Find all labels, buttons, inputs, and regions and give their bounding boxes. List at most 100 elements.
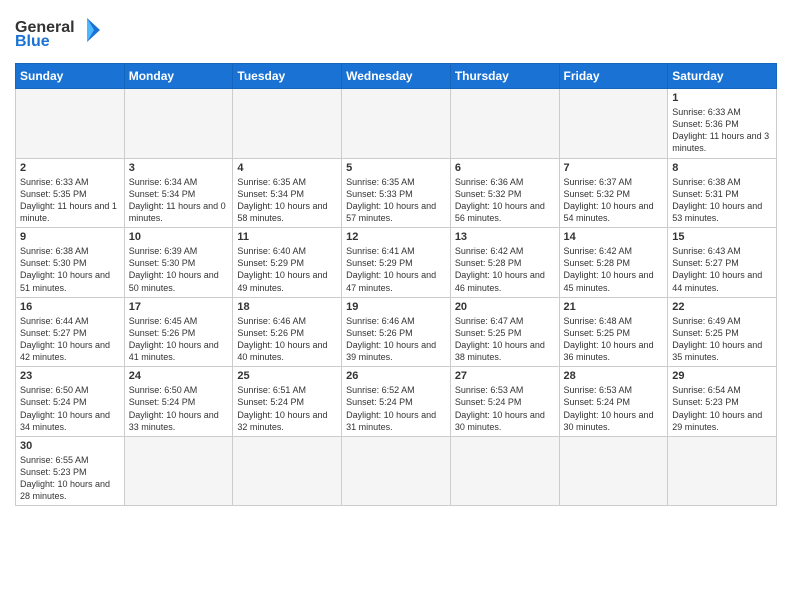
calendar-page: General Blue SundayMondayTuesdayWednesda… bbox=[0, 0, 792, 612]
day-content: Sunrise: 6:52 AM Sunset: 5:24 PM Dayligh… bbox=[346, 384, 446, 433]
day-content: Sunrise: 6:50 AM Sunset: 5:24 PM Dayligh… bbox=[129, 384, 229, 433]
day-number: 18 bbox=[237, 301, 337, 313]
day-number: 9 bbox=[20, 231, 120, 243]
calendar-cell bbox=[124, 89, 233, 159]
calendar-cell bbox=[559, 89, 668, 159]
day-number: 15 bbox=[672, 231, 772, 243]
calendar-table: SundayMondayTuesdayWednesdayThursdayFrid… bbox=[15, 63, 777, 506]
calendar-cell: 18 Sunrise: 6:46 AM Sunset: 5:26 PM Dayli… bbox=[233, 297, 342, 367]
day-content: Sunrise: 6:53 AM Sunset: 5:24 PM Dayligh… bbox=[564, 384, 664, 433]
day-content: Sunrise: 6:49 AM Sunset: 5:25 PM Dayligh… bbox=[672, 315, 772, 364]
weekday-header-monday: Monday bbox=[124, 64, 233, 89]
logo-area: General Blue bbox=[15, 10, 105, 55]
calendar-cell: 30 Sunrise: 6:55 AM Sunset: 5:23 PM Dayli… bbox=[16, 436, 125, 506]
day-content: Sunrise: 6:38 AM Sunset: 5:31 PM Dayligh… bbox=[672, 176, 772, 225]
day-number: 1 bbox=[672, 92, 772, 104]
logo: General Blue bbox=[15, 10, 105, 55]
day-number: 16 bbox=[20, 301, 120, 313]
calendar-cell bbox=[450, 436, 559, 506]
day-content: Sunrise: 6:46 AM Sunset: 5:26 PM Dayligh… bbox=[237, 315, 337, 364]
day-number: 28 bbox=[564, 370, 664, 382]
day-content: Sunrise: 6:37 AM Sunset: 5:32 PM Dayligh… bbox=[564, 176, 664, 225]
day-content: Sunrise: 6:55 AM Sunset: 5:23 PM Dayligh… bbox=[20, 454, 120, 503]
calendar-cell: 29 Sunrise: 6:54 AM Sunset: 5:23 PM Dayli… bbox=[668, 367, 777, 437]
calendar-cell bbox=[124, 436, 233, 506]
day-number: 27 bbox=[455, 370, 555, 382]
calendar-cell: 22Sunrise: 6:49 AM Sunset: 5:25 PM Dayli… bbox=[668, 297, 777, 367]
day-number: 21 bbox=[564, 301, 664, 313]
day-number: 14 bbox=[564, 231, 664, 243]
day-number: 6 bbox=[455, 162, 555, 174]
day-content: Sunrise: 6:51 AM Sunset: 5:24 PM Dayligh… bbox=[237, 384, 337, 433]
calendar-cell: 10Sunrise: 6:39 AM Sunset: 5:30 PM Dayli… bbox=[124, 228, 233, 298]
calendar-cell: 16 Sunrise: 6:44 AM Sunset: 5:27 PM Dayli… bbox=[16, 297, 125, 367]
calendar-cell: 23 Sunrise: 6:50 AM Sunset: 5:24 PM Dayli… bbox=[16, 367, 125, 437]
calendar-cell bbox=[342, 89, 451, 159]
day-number: 26 bbox=[346, 370, 446, 382]
day-content: Sunrise: 6:35 AM Sunset: 5:34 PM Dayligh… bbox=[237, 176, 337, 225]
calendar-cell: 5Sunrise: 6:35 AM Sunset: 5:33 PM Daylig… bbox=[342, 158, 451, 228]
weekday-header-friday: Friday bbox=[559, 64, 668, 89]
calendar-cell: 12 Sunrise: 6:41 AM Sunset: 5:29 PM Dayli… bbox=[342, 228, 451, 298]
calendar-cell: 25Sunrise: 6:51 AM Sunset: 5:24 PM Dayli… bbox=[233, 367, 342, 437]
calendar-cell: 24 Sunrise: 6:50 AM Sunset: 5:24 PM Dayli… bbox=[124, 367, 233, 437]
day-number: 30 bbox=[20, 440, 120, 452]
day-content: Sunrise: 6:36 AM Sunset: 5:32 PM Dayligh… bbox=[455, 176, 555, 225]
weekday-header-wednesday: Wednesday bbox=[342, 64, 451, 89]
day-content: Sunrise: 6:34 AM Sunset: 5:34 PM Dayligh… bbox=[129, 176, 229, 225]
day-content: Sunrise: 6:42 AM Sunset: 5:28 PM Dayligh… bbox=[455, 245, 555, 294]
calendar-week-row: 23 Sunrise: 6:50 AM Sunset: 5:24 PM Dayli… bbox=[16, 367, 777, 437]
day-number: 19 bbox=[346, 301, 446, 313]
day-number: 2 bbox=[20, 162, 120, 174]
day-number: 4 bbox=[237, 162, 337, 174]
calendar-cell bbox=[450, 89, 559, 159]
calendar-cell: 8 Sunrise: 6:38 AM Sunset: 5:31 PM Daylig… bbox=[668, 158, 777, 228]
day-number: 11 bbox=[237, 231, 337, 243]
day-content: Sunrise: 6:46 AM Sunset: 5:26 PM Dayligh… bbox=[346, 315, 446, 364]
calendar-body: 1Sunrise: 6:33 AM Sunset: 5:36 PM Daylig… bbox=[16, 89, 777, 506]
day-content: Sunrise: 6:50 AM Sunset: 5:24 PM Dayligh… bbox=[20, 384, 120, 433]
calendar-header: SundayMondayTuesdayWednesdayThursdayFrid… bbox=[16, 64, 777, 89]
calendar-week-row: 2 Sunrise: 6:33 AM Sunset: 5:35 PM Daylig… bbox=[16, 158, 777, 228]
calendar-cell: 1Sunrise: 6:33 AM Sunset: 5:36 PM Daylig… bbox=[668, 89, 777, 159]
calendar-cell: 27Sunrise: 6:53 AM Sunset: 5:24 PM Dayli… bbox=[450, 367, 559, 437]
calendar-cell: 14Sunrise: 6:42 AM Sunset: 5:28 PM Dayli… bbox=[559, 228, 668, 298]
calendar-cell: 20 Sunrise: 6:47 AM Sunset: 5:25 PM Dayli… bbox=[450, 297, 559, 367]
calendar-week-row: 9 Sunrise: 6:38 AM Sunset: 5:30 PM Daylig… bbox=[16, 228, 777, 298]
svg-text:Blue: Blue bbox=[15, 33, 50, 50]
calendar-cell: 11 Sunrise: 6:40 AM Sunset: 5:29 PM Dayli… bbox=[233, 228, 342, 298]
day-number: 7 bbox=[564, 162, 664, 174]
day-content: Sunrise: 6:45 AM Sunset: 5:26 PM Dayligh… bbox=[129, 315, 229, 364]
weekday-header-tuesday: Tuesday bbox=[233, 64, 342, 89]
calendar-cell: 17 Sunrise: 6:45 AM Sunset: 5:26 PM Dayli… bbox=[124, 297, 233, 367]
day-number: 8 bbox=[672, 162, 772, 174]
calendar-cell: 9 Sunrise: 6:38 AM Sunset: 5:30 PM Daylig… bbox=[16, 228, 125, 298]
day-number: 13 bbox=[455, 231, 555, 243]
day-content: Sunrise: 6:43 AM Sunset: 5:27 PM Dayligh… bbox=[672, 245, 772, 294]
calendar-cell bbox=[668, 436, 777, 506]
day-content: Sunrise: 6:54 AM Sunset: 5:23 PM Dayligh… bbox=[672, 384, 772, 433]
day-number: 29 bbox=[672, 370, 772, 382]
day-content: Sunrise: 6:40 AM Sunset: 5:29 PM Dayligh… bbox=[237, 245, 337, 294]
day-number: 20 bbox=[455, 301, 555, 313]
day-content: Sunrise: 6:47 AM Sunset: 5:25 PM Dayligh… bbox=[455, 315, 555, 364]
day-content: Sunrise: 6:48 AM Sunset: 5:25 PM Dayligh… bbox=[564, 315, 664, 364]
day-content: Sunrise: 6:39 AM Sunset: 5:30 PM Dayligh… bbox=[129, 245, 229, 294]
day-number: 17 bbox=[129, 301, 229, 313]
calendar-cell: 28 Sunrise: 6:53 AM Sunset: 5:24 PM Dayli… bbox=[559, 367, 668, 437]
calendar-cell: 6 Sunrise: 6:36 AM Sunset: 5:32 PM Daylig… bbox=[450, 158, 559, 228]
calendar-cell bbox=[233, 436, 342, 506]
calendar-cell: 4 Sunrise: 6:35 AM Sunset: 5:34 PM Daylig… bbox=[233, 158, 342, 228]
calendar-cell: 19 Sunrise: 6:46 AM Sunset: 5:26 PM Dayli… bbox=[342, 297, 451, 367]
day-content: Sunrise: 6:41 AM Sunset: 5:29 PM Dayligh… bbox=[346, 245, 446, 294]
calendar-week-row: 1Sunrise: 6:33 AM Sunset: 5:36 PM Daylig… bbox=[16, 89, 777, 159]
day-number: 24 bbox=[129, 370, 229, 382]
weekday-header-saturday: Saturday bbox=[668, 64, 777, 89]
day-content: Sunrise: 6:44 AM Sunset: 5:27 PM Dayligh… bbox=[20, 315, 120, 364]
day-content: Sunrise: 6:35 AM Sunset: 5:33 PM Dayligh… bbox=[346, 176, 446, 225]
day-number: 12 bbox=[346, 231, 446, 243]
day-number: 23 bbox=[20, 370, 120, 382]
day-content: Sunrise: 6:33 AM Sunset: 5:35 PM Dayligh… bbox=[20, 176, 120, 225]
day-content: Sunrise: 6:38 AM Sunset: 5:30 PM Dayligh… bbox=[20, 245, 120, 294]
weekday-header-thursday: Thursday bbox=[450, 64, 559, 89]
